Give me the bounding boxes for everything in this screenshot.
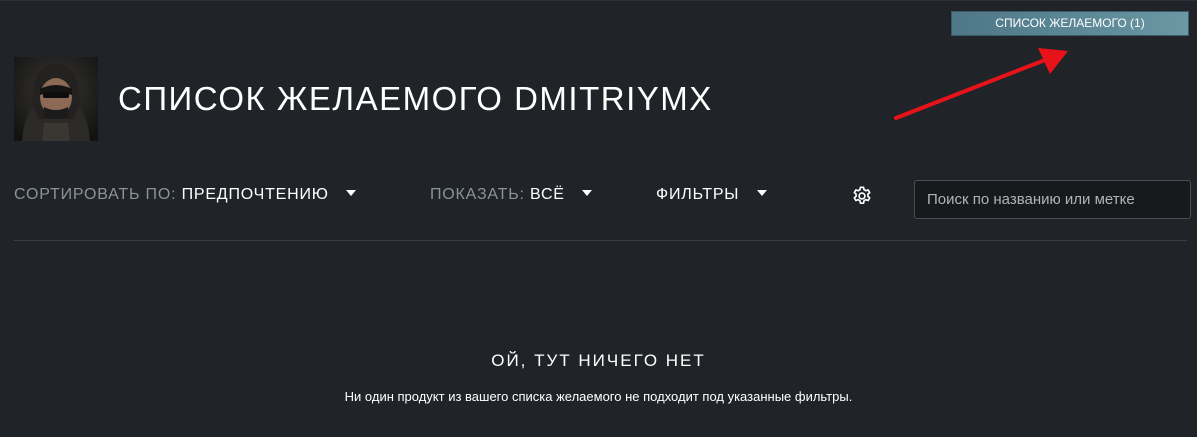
filters-dropdown[interactable]: ФИЛЬТРЫ (656, 186, 767, 204)
top-border (0, 0, 1197, 1)
caret-down-icon[interactable] (346, 190, 357, 196)
sort-dropdown[interactable]: СОРТИРОВАТЬ ПО: ПРЕДПОЧТЕНИЮ (14, 186, 357, 204)
show-label: ПОКАЗАТЬ: (430, 186, 525, 203)
divider (14, 240, 1187, 241)
empty-state-title: ОЙ, ТУТ НИЧЕГО НЕТ (491, 351, 706, 370)
search-input[interactable] (914, 180, 1191, 219)
page-title: СПИСОК ЖЕЛАЕМОГО DMITRIYMX (118, 80, 713, 117)
sort-value[interactable]: ПРЕДПОЧТЕНИЮ (182, 186, 329, 203)
filters-label[interactable]: ФИЛЬТРЫ (656, 186, 739, 203)
caret-down-icon[interactable] (756, 190, 767, 196)
show-dropdown[interactable]: ПОКАЗАТЬ: ВСЁ (430, 186, 593, 204)
avatar[interactable] (14, 57, 98, 141)
gear-icon[interactable] (851, 185, 873, 207)
wishlist-count-button[interactable]: СПИСОК ЖЕЛАЕМОГО (1) (951, 11, 1189, 36)
show-value[interactable]: ВСЁ (530, 186, 565, 203)
empty-state-description: Ни один продукт из вашего списка желаемо… (344, 389, 853, 404)
avatar-image (14, 57, 98, 141)
caret-down-icon[interactable] (582, 190, 593, 196)
red-arrow-annotation (894, 48, 1068, 120)
sort-label: СОРТИРОВАТЬ ПО: (14, 186, 177, 203)
